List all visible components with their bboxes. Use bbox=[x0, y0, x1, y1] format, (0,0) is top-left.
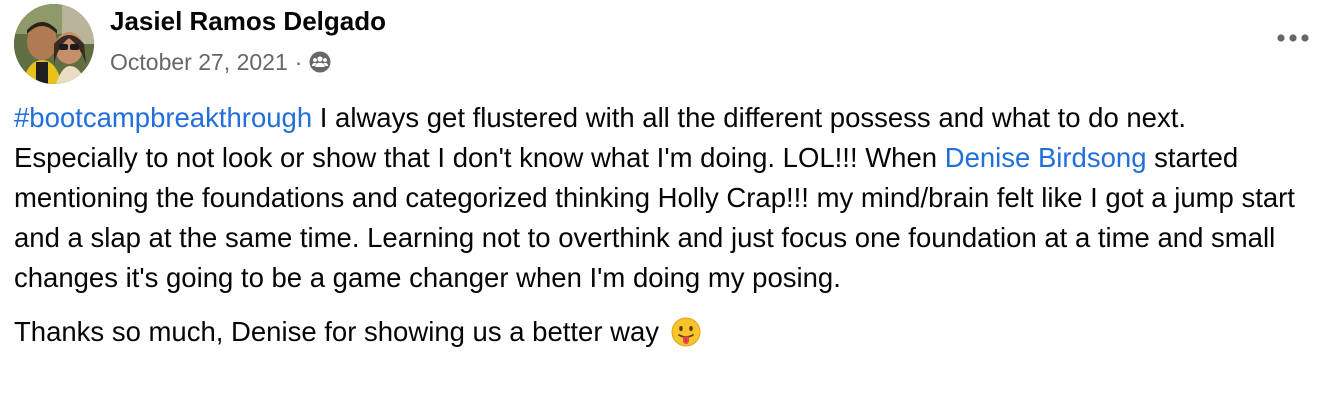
post-body: #bootcampbreakthrough I always get flust… bbox=[14, 98, 1316, 352]
meta-separator: · bbox=[294, 49, 303, 75]
post-paragraph: Thanks so much, Denise for showing us a … bbox=[14, 312, 1316, 352]
tongue-out-face-icon bbox=[671, 317, 701, 347]
post-date[interactable]: October 27, 2021 bbox=[110, 46, 288, 78]
mention-link[interactable]: Denise Birdsong bbox=[945, 142, 1147, 173]
more-options-button[interactable] bbox=[1272, 20, 1314, 56]
avatar-photo bbox=[14, 4, 94, 84]
more-options-icon bbox=[1277, 34, 1309, 42]
hashtag-link[interactable]: #bootcampbreakthrough bbox=[14, 102, 312, 133]
post-text: Thanks so much, Denise for showing us a … bbox=[14, 316, 667, 347]
post-header: Jasiel Ramos Delgado October 27, 2021 · bbox=[14, 0, 1314, 86]
author-name[interactable]: Jasiel Ramos Delgado bbox=[110, 4, 386, 38]
post-paragraph: #bootcampbreakthrough I always get flust… bbox=[14, 98, 1316, 298]
friends-icon[interactable] bbox=[308, 50, 332, 74]
post-meta: October 27, 2021 · bbox=[110, 46, 332, 78]
author-avatar[interactable] bbox=[14, 4, 94, 84]
